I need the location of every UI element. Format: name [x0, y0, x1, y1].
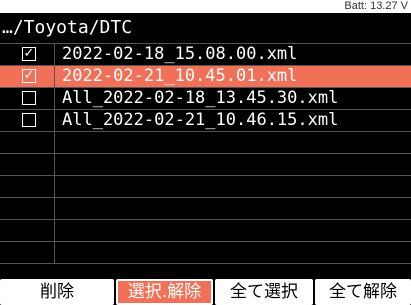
empty-checkbox-cell: [0, 176, 55, 197]
checkbox-checked-icon[interactable]: ✓: [22, 69, 36, 83]
select-all-button[interactable]: 全て選択: [215, 279, 313, 305]
empty-checkbox-cell: [0, 220, 55, 241]
empty-checkbox-cell: [0, 132, 55, 153]
file-list: ✓ 2022-02-18_15.08.00.xml ✓ 2022-02-21_10.4…: [0, 43, 411, 269]
empty-row: [0, 132, 411, 154]
status-bar: Batt: 13.27 V: [0, 0, 411, 13]
empty-checkbox-cell: [0, 154, 55, 175]
file-name: All_2022-02-21_10.46.15.xml: [62, 110, 339, 130]
file-name: All_2022-02-18_13.45.30.xml: [62, 88, 339, 108]
empty-row: [0, 220, 411, 242]
empty-checkbox-cell: [0, 242, 55, 263]
checkbox-empty-icon[interactable]: [22, 91, 36, 105]
file-row[interactable]: All_2022-02-21_10.46.15.xml: [0, 110, 411, 132]
empty-row: [0, 176, 411, 198]
file-row[interactable]: All_2022-02-18_13.45.30.xml: [0, 88, 411, 110]
battery-voltage: Batt: 13.27 V: [344, 0, 408, 12]
checkbox-checked-icon[interactable]: ✓: [22, 47, 36, 61]
button-bar: 削除 選択.解除 全て選択 全て解除: [0, 279, 411, 305]
checkbox-cell[interactable]: [0, 110, 55, 131]
file-row[interactable]: ✓ 2022-02-18_15.08.00.xml: [0, 44, 411, 66]
empty-row: [0, 154, 411, 176]
checkbox-empty-icon[interactable]: [22, 113, 36, 127]
empty-checkbox-cell: [0, 198, 55, 219]
empty-row: [0, 242, 411, 264]
empty-row: [0, 198, 411, 220]
checkbox-cell[interactable]: ✓: [0, 66, 55, 87]
toggle-select-button[interactable]: 選択.解除: [116, 279, 213, 305]
deselect-all-button[interactable]: 全て解除: [315, 279, 411, 305]
checkbox-cell[interactable]: [0, 88, 55, 109]
delete-button[interactable]: 削除: [0, 279, 114, 305]
file-row[interactable]: ✓ 2022-02-21_10.45.01.xml: [0, 66, 411, 88]
current-path: …/Toyota/DTC: [2, 17, 133, 38]
file-name: 2022-02-18_15.08.00.xml: [62, 44, 298, 64]
checkbox-cell[interactable]: ✓: [0, 44, 55, 65]
file-name: 2022-02-21_10.45.01.xml: [62, 66, 298, 86]
